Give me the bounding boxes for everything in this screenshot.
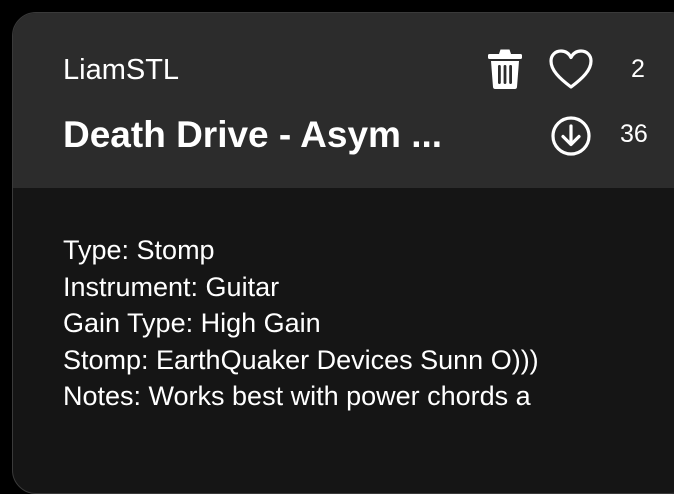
card-header [13, 13, 674, 188]
like-count: 2 [631, 55, 645, 83]
download-count: 36 [620, 120, 648, 148]
download-icon[interactable] [550, 115, 592, 157]
detail-type: Type: Stomp [63, 235, 215, 265]
preset-details: Type: Stomp Instrument: Guitar Gain Type… [63, 232, 539, 415]
preset-title[interactable]: Death Drive - Asym ... [63, 113, 442, 157]
detail-gain-type: Gain Type: High Gain [63, 308, 321, 338]
author-name: LiamSTL [63, 54, 180, 86]
detail-stomp: Stomp: EarthQuaker Devices Sunn O))) [63, 344, 539, 375]
preset-card[interactable]: LiamSTL Death Drive - Asym ... 2 36 Type… [12, 12, 674, 494]
trash-icon[interactable] [485, 48, 525, 90]
detail-notes: Notes: Works best with power chords a [63, 381, 531, 411]
heart-icon[interactable] [548, 48, 594, 90]
detail-instrument: Instrument: Guitar [63, 271, 280, 302]
